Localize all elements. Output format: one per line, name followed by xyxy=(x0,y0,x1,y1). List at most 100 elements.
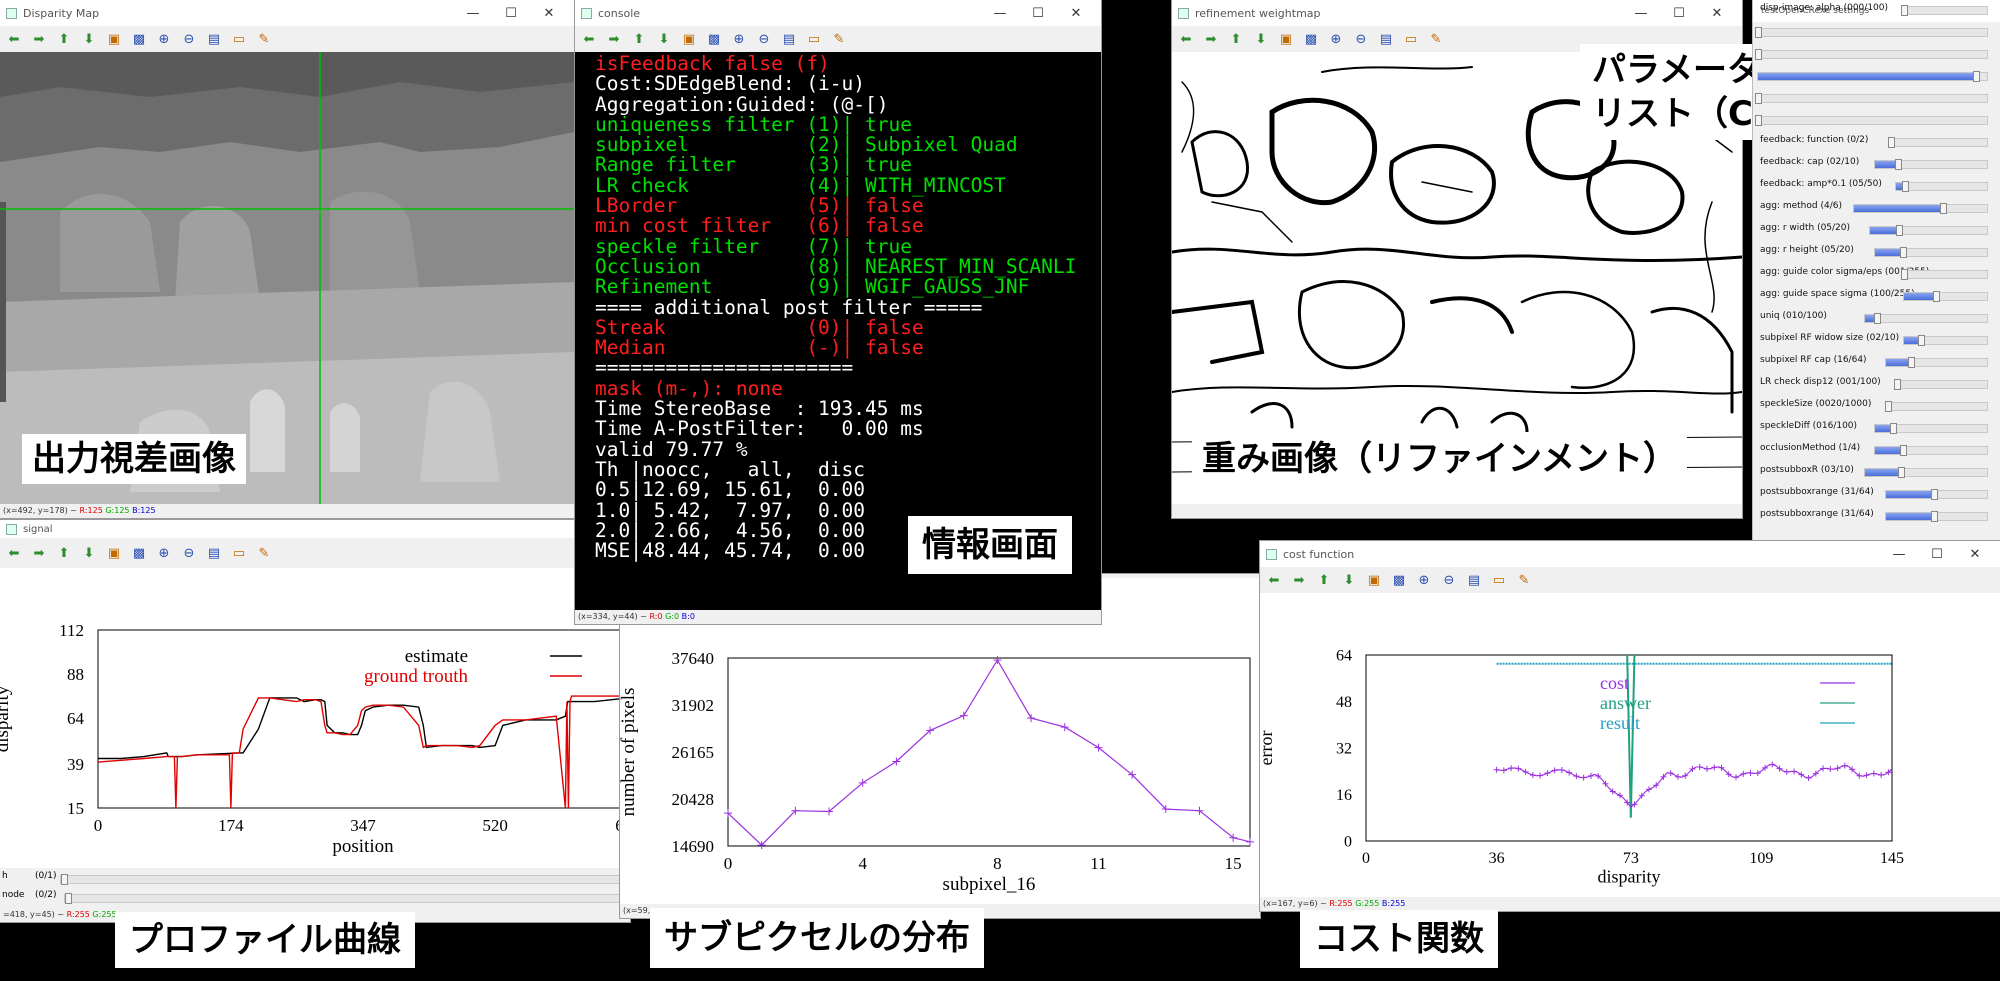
pan-up-icon[interactable]: ⬆ xyxy=(1226,29,1246,49)
minimize-button[interactable]: — xyxy=(1622,6,1660,21)
copy-icon[interactable]: ▭ xyxy=(229,543,249,563)
slider-thumb[interactable] xyxy=(1890,423,1898,434)
zoom-in-icon[interactable]: ⊕ xyxy=(1414,570,1434,590)
pan-right-icon[interactable]: ➡ xyxy=(1289,570,1309,590)
save-icon[interactable]: ▤ xyxy=(204,29,224,49)
setting-slider[interactable] xyxy=(1903,291,1988,302)
slider-thumb[interactable] xyxy=(1900,247,1908,258)
setting-slider[interactable] xyxy=(1903,335,1988,346)
slider-thumb[interactable] xyxy=(1940,203,1948,214)
save-icon[interactable]: ▤ xyxy=(204,543,224,563)
slider-thumb[interactable] xyxy=(1898,467,1906,478)
zoom-out-icon[interactable]: ⊖ xyxy=(179,29,199,49)
pan-left-icon[interactable]: ⬅ xyxy=(1176,29,1196,49)
setting-slider[interactable] xyxy=(1884,357,1988,368)
slider-thumb[interactable] xyxy=(1900,445,1908,456)
zoom-out-icon[interactable]: ⊖ xyxy=(1351,29,1371,49)
title-bar[interactable]: refinement weightmap — ☐ ✕ xyxy=(1172,0,1742,26)
zoom-in-icon[interactable]: ⊕ xyxy=(154,29,174,49)
zoom-fit-icon[interactable]: ▣ xyxy=(679,29,699,49)
setting-slider[interactable] xyxy=(1901,5,1988,16)
slider-thumb[interactable] xyxy=(1755,49,1762,60)
setting-slider[interactable] xyxy=(1755,27,1988,38)
close-button[interactable]: ✕ xyxy=(530,6,568,21)
slider-thumb[interactable] xyxy=(1894,159,1902,170)
close-button[interactable]: ✕ xyxy=(1956,547,1994,562)
slider-thumb[interactable] xyxy=(1901,5,1908,16)
title-bar[interactable]: Disparity Map — ☐ ✕ xyxy=(0,0,574,26)
slider-thumb[interactable] xyxy=(1755,27,1762,38)
maximize-button[interactable]: ☐ xyxy=(492,6,530,21)
setting-slider[interactable] xyxy=(1901,269,1988,280)
zoom-out-icon[interactable]: ⊖ xyxy=(179,543,199,563)
pan-up-icon[interactable]: ⬆ xyxy=(54,543,74,563)
slider-thumb[interactable] xyxy=(1896,225,1904,236)
setting-slider[interactable] xyxy=(1755,93,1988,104)
pan-left-icon[interactable]: ⬅ xyxy=(4,29,24,49)
setting-slider[interactable] xyxy=(1874,247,1988,258)
slider-thumb[interactable] xyxy=(1884,401,1892,412)
zoom-out-icon[interactable]: ⊖ xyxy=(1439,570,1459,590)
title-bar[interactable]: cost function — ☐ ✕ xyxy=(1260,541,2000,567)
save-icon[interactable]: ▤ xyxy=(1464,570,1484,590)
properties-icon[interactable]: ✎ xyxy=(829,29,849,49)
setting-slider[interactable] xyxy=(1893,379,1988,390)
pan-left-icon[interactable]: ⬅ xyxy=(1264,570,1284,590)
slider-thumb[interactable] xyxy=(1887,137,1895,148)
minimize-button[interactable]: — xyxy=(1880,547,1918,562)
zoom-original-icon[interactable]: ▩ xyxy=(129,543,149,563)
save-icon[interactable]: ▤ xyxy=(1376,29,1396,49)
slider-thumb[interactable] xyxy=(1972,71,1980,82)
zoom-original-icon[interactable]: ▩ xyxy=(1389,570,1409,590)
setting-slider[interactable] xyxy=(1869,225,1988,236)
slider-thumb[interactable] xyxy=(1931,489,1939,500)
slider-thumb[interactable] xyxy=(1902,181,1910,192)
pan-down-icon[interactable]: ⬇ xyxy=(654,29,674,49)
pan-down-icon[interactable]: ⬇ xyxy=(1339,570,1359,590)
slider-thumb[interactable] xyxy=(1931,511,1939,522)
setting-slider[interactable] xyxy=(1755,49,1988,60)
close-button[interactable]: ✕ xyxy=(1057,6,1095,21)
minimize-button[interactable]: — xyxy=(454,6,492,21)
properties-icon[interactable]: ✎ xyxy=(254,29,274,49)
zoom-fit-icon[interactable]: ▣ xyxy=(104,543,124,563)
zoom-original-icon[interactable]: ▩ xyxy=(1301,29,1321,49)
minimize-button[interactable]: — xyxy=(981,6,1019,21)
title-bar[interactable]: signal xyxy=(0,520,630,538)
zoom-fit-icon[interactable]: ▣ xyxy=(104,29,124,49)
slider-h[interactable] xyxy=(60,874,630,885)
copy-icon[interactable]: ▭ xyxy=(1489,570,1509,590)
pan-down-icon[interactable]: ⬇ xyxy=(1251,29,1271,49)
title-bar[interactable]: console — ☐ ✕ xyxy=(575,0,1101,26)
maximize-button[interactable]: ☐ xyxy=(1019,6,1057,21)
slider-thumb[interactable] xyxy=(1917,335,1925,346)
setting-slider[interactable] xyxy=(1755,115,1988,126)
slider-thumb[interactable] xyxy=(1901,269,1908,280)
save-icon[interactable]: ▤ xyxy=(779,29,799,49)
pan-down-icon[interactable]: ⬇ xyxy=(79,543,99,563)
properties-icon[interactable]: ✎ xyxy=(1426,29,1446,49)
pan-left-icon[interactable]: ⬅ xyxy=(4,543,24,563)
setting-slider[interactable] xyxy=(1884,401,1988,412)
setting-slider[interactable] xyxy=(1874,159,1988,170)
zoom-original-icon[interactable]: ▩ xyxy=(704,29,724,49)
slider-thumb[interactable] xyxy=(1893,379,1901,390)
pan-right-icon[interactable]: ➡ xyxy=(604,29,624,49)
setting-slider[interactable] xyxy=(1884,489,1988,500)
setting-slider[interactable] xyxy=(1853,203,1988,214)
pan-right-icon[interactable]: ➡ xyxy=(29,543,49,563)
zoom-original-icon[interactable]: ▩ xyxy=(129,29,149,49)
pan-up-icon[interactable]: ⬆ xyxy=(54,29,74,49)
setting-slider[interactable] xyxy=(1895,181,1988,192)
setting-slider[interactable] xyxy=(1863,467,1988,478)
slider-thumb[interactable] xyxy=(1874,313,1882,324)
copy-icon[interactable]: ▭ xyxy=(229,29,249,49)
maximize-button[interactable]: ☐ xyxy=(1660,6,1698,21)
pan-down-icon[interactable]: ⬇ xyxy=(79,29,99,49)
slider-thumb[interactable] xyxy=(1755,93,1762,104)
zoom-in-icon[interactable]: ⊕ xyxy=(154,543,174,563)
properties-icon[interactable]: ✎ xyxy=(254,543,274,563)
properties-icon[interactable]: ✎ xyxy=(1514,570,1534,590)
setting-slider[interactable] xyxy=(1874,423,1988,434)
zoom-out-icon[interactable]: ⊖ xyxy=(754,29,774,49)
